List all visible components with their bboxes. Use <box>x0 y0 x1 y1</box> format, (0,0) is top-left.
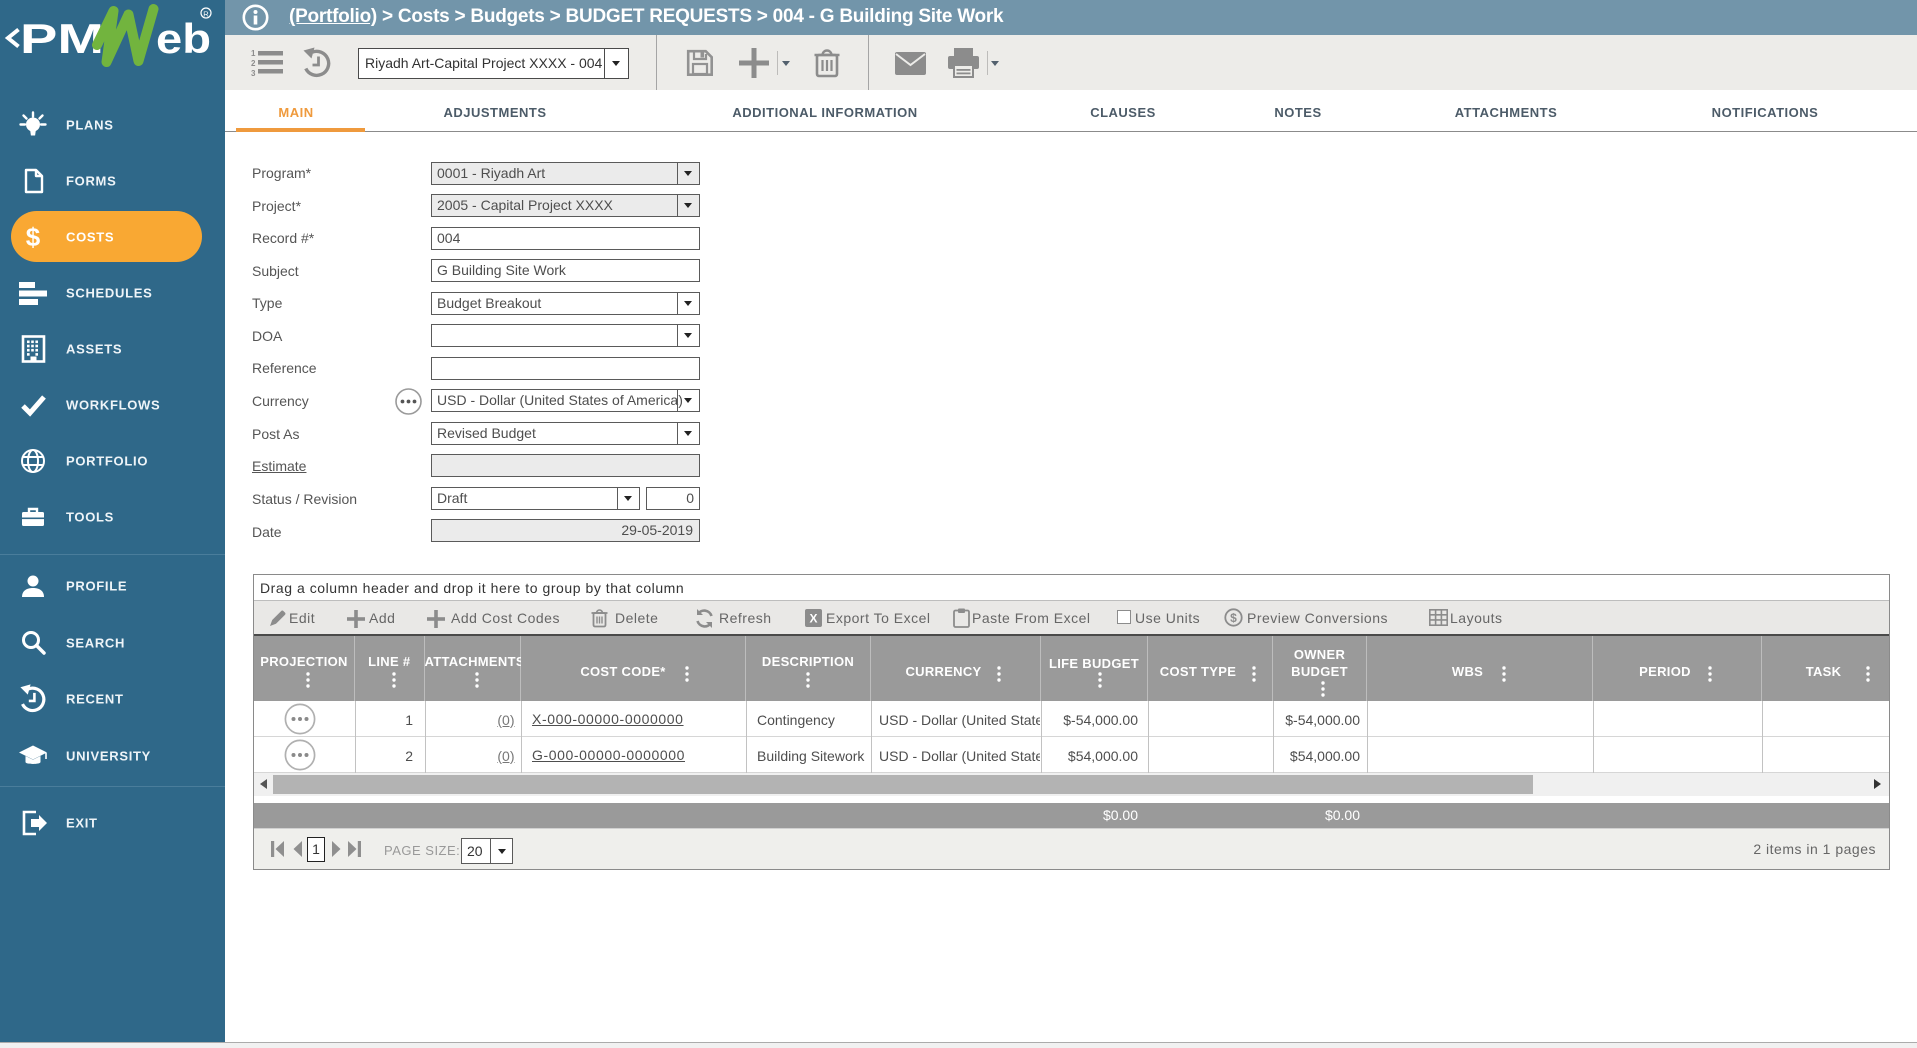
svg-text:1: 1 <box>251 49 256 58</box>
svg-text:$: $ <box>26 222 41 252</box>
svg-text:2: 2 <box>251 59 256 68</box>
svg-text:R: R <box>203 10 209 19</box>
svg-text:PM: PM <box>20 15 104 62</box>
svg-text:$: $ <box>1230 611 1237 625</box>
svg-text:3: 3 <box>251 69 256 77</box>
svg-text:eb: eb <box>156 15 211 62</box>
svg-text:X: X <box>809 612 817 626</box>
